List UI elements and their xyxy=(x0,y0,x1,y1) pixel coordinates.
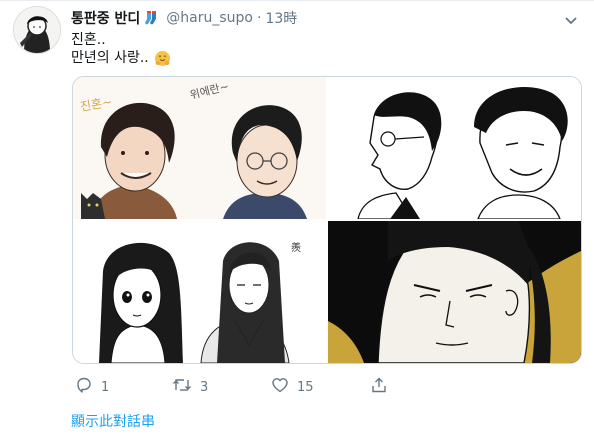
share-icon xyxy=(370,376,388,398)
share-button[interactable] xyxy=(370,370,388,404)
separator-dot: · xyxy=(256,10,262,26)
reply-icon xyxy=(75,376,93,398)
photo-2[interactable] xyxy=(328,77,581,219)
socks-emoji xyxy=(144,10,160,26)
tweet-text-line-2-row: 만년의 사랑.. xyxy=(71,49,171,67)
media-grid: 진혼~ 위에란~ 羨 xyxy=(72,76,582,364)
tweet-text-line-2: 만년의 사랑.. xyxy=(71,50,149,66)
retweet-icon xyxy=(172,376,192,398)
photo-3-caption: 羨 xyxy=(291,241,301,254)
tweet-header: 통판중 반디 @haru_supo · 13時 xyxy=(71,8,297,28)
tweet-actions: 1 3 15 xyxy=(0,370,594,404)
like-count: 15 xyxy=(297,379,314,395)
chevron-down-icon[interactable] xyxy=(564,11,578,25)
photo-3[interactable]: 羨 xyxy=(73,221,326,363)
tweet-text-line-1: 진혼.. xyxy=(71,32,106,48)
reply-button[interactable]: 1 xyxy=(75,370,109,404)
user-handle[interactable]: @haru_supo xyxy=(166,10,253,26)
photo-1[interactable]: 진혼~ 위에란~ xyxy=(73,77,326,219)
retweet-count: 3 xyxy=(200,379,209,395)
reply-count: 1 xyxy=(101,379,110,395)
like-button[interactable]: 15 xyxy=(271,370,314,404)
display-name[interactable]: 통판중 반디 xyxy=(71,8,140,28)
photo-4[interactable] xyxy=(328,221,581,363)
top-divider xyxy=(0,0,594,1)
retweet-button[interactable]: 3 xyxy=(172,370,208,404)
show-thread-link[interactable]: 顯示此對話串 xyxy=(71,411,155,431)
avatar[interactable] xyxy=(13,6,61,54)
timestamp[interactable]: 13時 xyxy=(265,8,297,28)
heart-icon xyxy=(271,376,289,398)
hugging-face-emoji xyxy=(154,50,171,67)
